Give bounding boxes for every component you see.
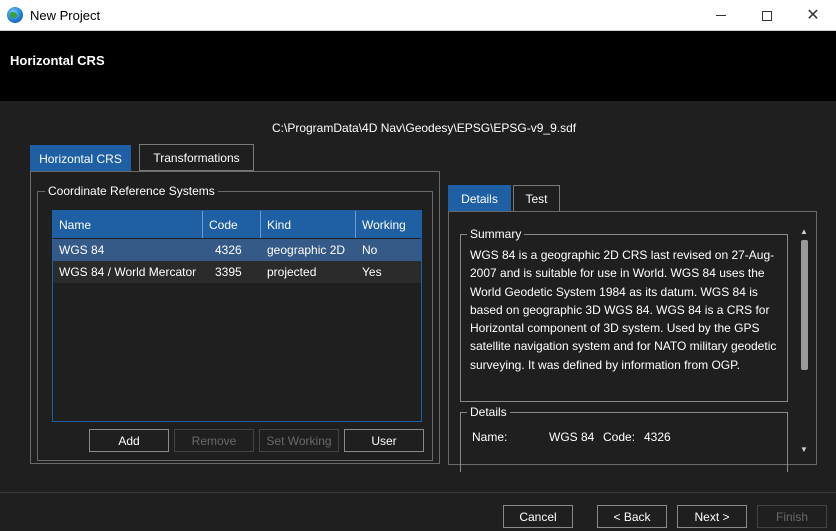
cell-name: WGS 84 / World Mercator <box>59 265 197 279</box>
scroll-up-icon[interactable]: ▲ <box>797 224 811 238</box>
details-scrollbar[interactable]: ▲ ▼ <box>797 224 811 460</box>
window-title: New Project <box>30 8 101 23</box>
title-bar: New Project ✕ <box>0 0 836 31</box>
close-button[interactable]: ✕ <box>790 0 836 31</box>
scroll-down-icon[interactable]: ▼ <box>797 442 811 456</box>
cell-kind: projected <box>267 265 317 279</box>
column-header-working[interactable]: Working <box>356 211 421 238</box>
cell-code: 3395 <box>215 265 242 279</box>
user-button[interactable]: User <box>344 429 424 452</box>
summary-label: Summary <box>467 227 525 241</box>
tab-horizontal-crs[interactable]: Horizontal CRS <box>30 145 131 172</box>
detail-name-value: WGS 84 <box>549 430 595 444</box>
summary-text: WGS 84 is a geographic 2D CRS last revis… <box>470 248 777 372</box>
finish-button[interactable]: Finish <box>757 505 827 528</box>
column-header-code[interactable]: Code <box>203 211 261 238</box>
cell-working: Yes <box>362 265 382 279</box>
footer-divider <box>0 492 836 493</box>
minimize-icon <box>716 15 726 16</box>
cell-name: WGS 84 <box>59 243 105 257</box>
cell-kind: geographic 2D <box>267 243 346 257</box>
tab-details[interactable]: Details <box>448 185 511 212</box>
table-row[interactable]: WGS 84 / World Mercator 3395 projected Y… <box>53 261 421 283</box>
globe-icon <box>7 7 23 23</box>
back-button[interactable]: < Back <box>597 505 667 528</box>
next-button[interactable]: Next > <box>677 505 747 528</box>
minimize-button[interactable] <box>698 0 744 31</box>
tab-test[interactable]: Test <box>513 185 560 212</box>
set-working-button[interactable]: Set Working <box>259 429 339 452</box>
column-header-name[interactable]: Name <box>53 211 203 238</box>
column-header-kind[interactable]: Kind <box>261 211 356 238</box>
cell-working: No <box>362 243 378 257</box>
crs-group-label: Coordinate Reference Systems <box>45 184 218 198</box>
crs-table: Name Code Kind Working WGS 84 4326 geogr… <box>52 210 422 422</box>
close-icon: ✕ <box>806 6 820 24</box>
tab-transformations[interactable]: Transformations <box>139 144 254 171</box>
scroll-thumb[interactable] <box>801 240 808 370</box>
detail-code-label: Code: <box>603 430 636 444</box>
detail-code-value: 4326 <box>644 430 671 444</box>
file-path: C:\ProgramData\4D Nav\Geodesy\EPSG\EPSG-… <box>272 121 577 135</box>
page-header: Horizontal CRS <box>0 31 836 101</box>
maximize-icon <box>762 10 772 21</box>
details-label: Details <box>467 405 510 419</box>
remove-button[interactable]: Remove <box>174 429 254 452</box>
cancel-button[interactable]: Cancel <box>503 505 573 528</box>
table-row[interactable]: WGS 84 4326 geographic 2D No <box>53 239 421 261</box>
table-header: Name Code Kind Working <box>53 211 421 238</box>
cell-code: 4326 <box>215 243 242 257</box>
page-title: Horizontal CRS <box>10 53 105 68</box>
maximize-button[interactable] <box>744 0 790 31</box>
detail-name-label: Name: <box>472 430 508 444</box>
add-button[interactable]: Add <box>89 429 169 452</box>
